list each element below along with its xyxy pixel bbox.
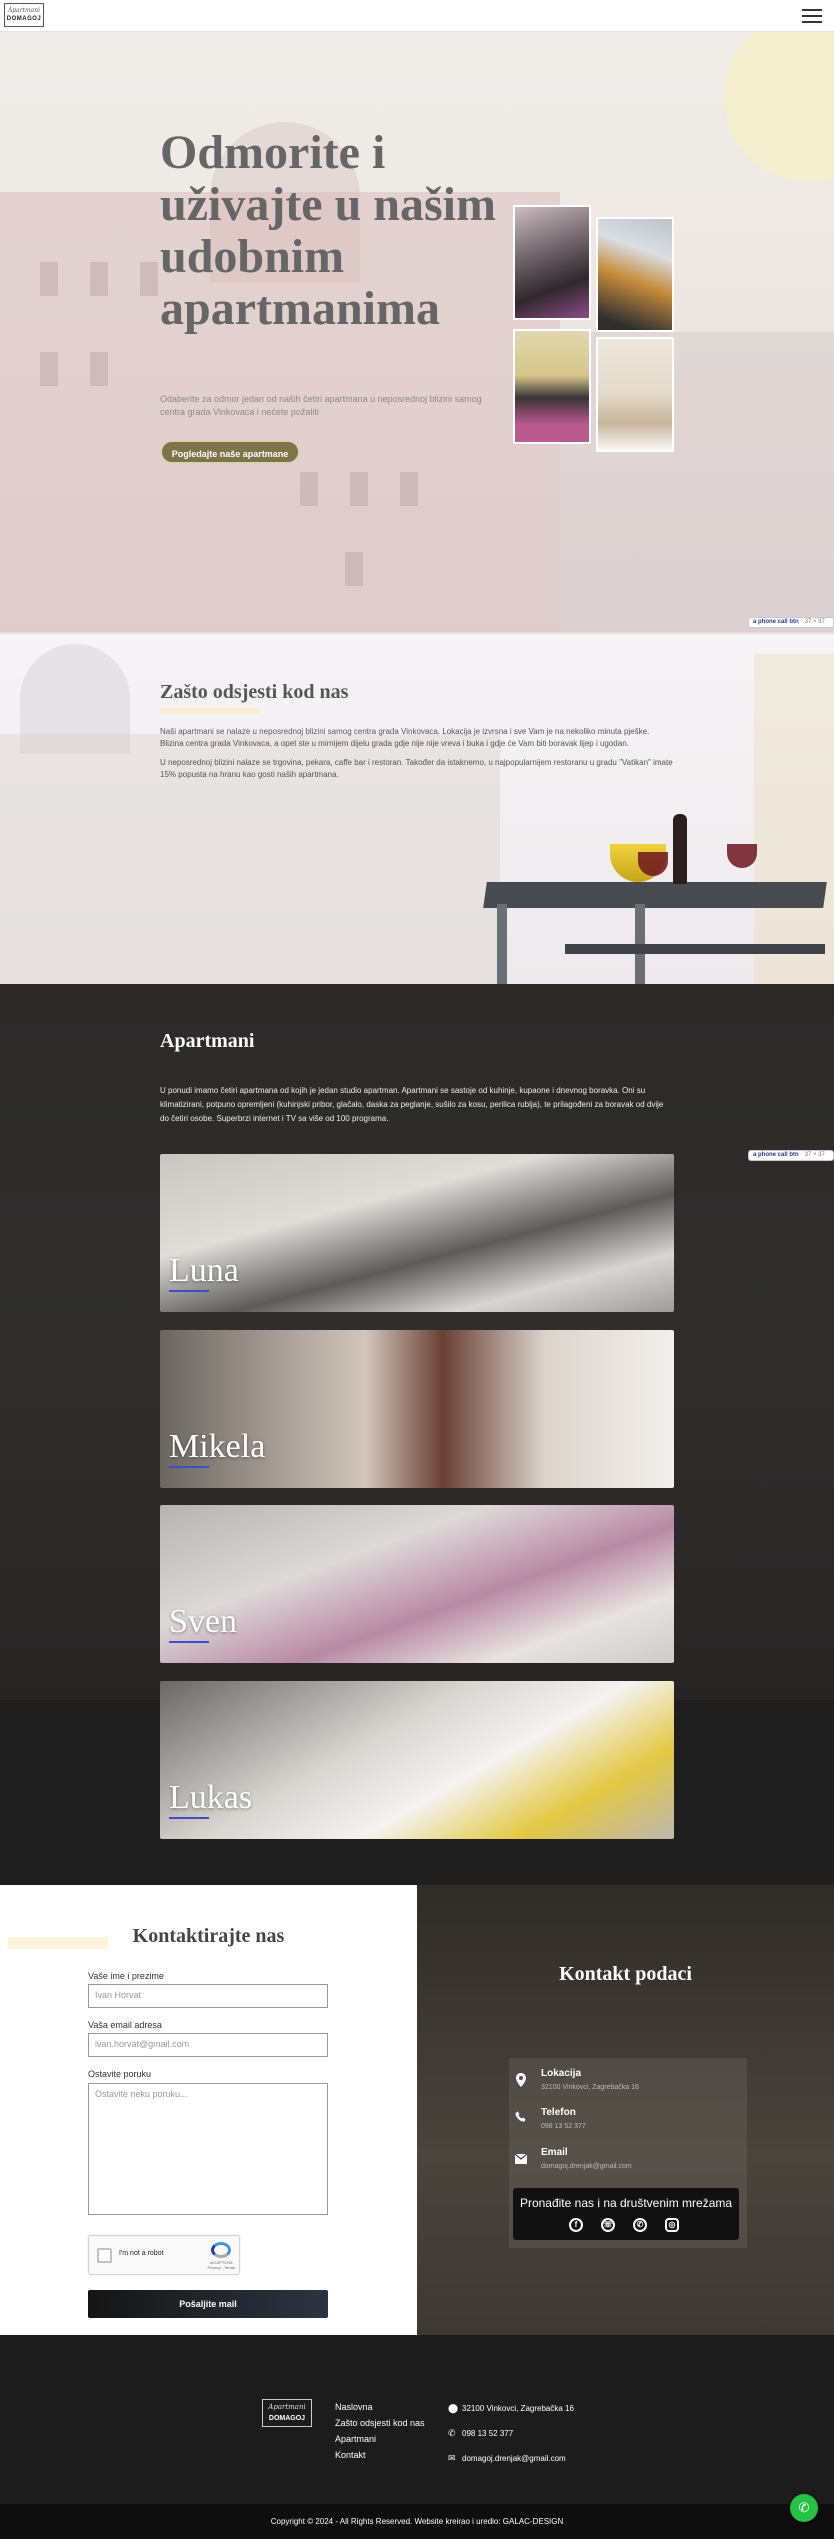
location-pin-icon: ⬤ (448, 2403, 459, 2413)
name-label: Vaše ime i prezime (88, 1971, 164, 1981)
wine-bottle-image (673, 814, 687, 884)
footer-phone[interactable]: ✆ 098 13 52 377 (448, 2428, 513, 2439)
contact-info-panel: Kontakt podaci Lokacija 32100 Vinkovci, … (417, 1885, 834, 2335)
footer-nav-contact[interactable]: Kontakt (335, 2447, 425, 2463)
apartment-name: Sven (169, 1603, 237, 1640)
logo-line2: DOMAGOJ (6, 16, 42, 22)
contact-info-title: Kontakt podaci (559, 1963, 692, 1985)
why-us-paragraph: Naši apartmani se nalaze u neposrednoj b… (160, 727, 650, 748)
footer-logo[interactable]: Apartmani DOMAGOJ (262, 2399, 312, 2427)
table-image (483, 882, 834, 984)
email-input[interactable]: ivan.horvat@gmail.com (88, 2033, 328, 2057)
email-icon (513, 2152, 529, 2168)
phone-call-badge[interactable]: a phone call btn 37 × 37 (748, 617, 834, 628)
hero-photo-decor (596, 337, 674, 452)
email-icon: ✉ (448, 2453, 456, 2463)
apartments-title: Apartmani (160, 1030, 255, 1052)
footer-nav-apartments[interactable]: Apartmani (335, 2431, 425, 2447)
hero-photo-living-room (513, 205, 591, 320)
instagram-icon[interactable]: ◎ (665, 2218, 679, 2232)
contact-section: Kontaktirajte nas Vaše ime i prezime Iva… (0, 1885, 834, 2335)
apartments-section: Apartmani U ponudi imamo četiri apartman… (0, 984, 834, 1885)
location-pin-icon (513, 2073, 529, 2089)
apartment-card-mikela[interactable]: Mikela (160, 1330, 674, 1488)
phone-title: Telefon (541, 2107, 576, 2118)
copyright-bar: Copyright © 2024 - All Rights Reserved. … (0, 2504, 834, 2539)
name-input[interactable]: Ivan Horvat (88, 1984, 328, 2008)
phone-value[interactable]: 098 13 52 377 (541, 2123, 586, 2130)
footer-address: ⬤ 32100 Vinkovci, Zagrebačka 16 (448, 2403, 574, 2413)
apartment-name: Luna (169, 1252, 239, 1289)
wine-glass-image (727, 844, 757, 868)
email-value[interactable]: domagoj.drenjak@gmail.com (541, 2163, 632, 2170)
hero-sun-decoration (724, 32, 834, 182)
apartment-card-luna[interactable]: Luna (160, 1154, 674, 1312)
why-us-text: Naši apartmani se nalaze u neposrednoj b… (160, 726, 675, 788)
social-box: Pronađite nas i na društvenim mrežama f … (513, 2188, 739, 2240)
contact-form-title: Kontaktirajte nas (132, 1925, 285, 1947)
whatsapp-float-button[interactable]: ✆ (790, 2494, 818, 2522)
view-apartments-button[interactable]: Pogledajte naše apartmane (160, 440, 300, 464)
footer-nav-home[interactable]: Naslovna (335, 2399, 425, 2415)
send-mail-button[interactable]: Pošaljite mail (88, 2290, 328, 2318)
footer-nav: Naslovna Zašto odsjesti kod nas Apartman… (335, 2399, 425, 2463)
message-textarea[interactable]: Ostavite neku poruku... (88, 2083, 328, 2215)
hero-section: Odmorite i uživajte u našim udobnim apar… (0, 32, 834, 634)
site-logo[interactable]: Apartmani DOMAGOJ (4, 3, 44, 27)
site-header: Apartmani DOMAGOJ (0, 0, 834, 32)
hero-photo-armchair (596, 217, 674, 332)
whatsapp-icon[interactable]: ☏ (601, 2218, 615, 2232)
contact-form-panel: Kontaktirajte nas Vaše ime i prezime Iva… (0, 1885, 417, 2335)
footer-nav-why-us[interactable]: Zašto odsjesti kod nas (335, 2415, 425, 2431)
hero-subtitle: Odaberite za odmor jedan od naših četiri… (160, 394, 482, 417)
location-title: Lokacija (541, 2068, 582, 2079)
why-us-title: Zašto odsjesti kod nas (160, 681, 349, 703)
hero-photo-sofa (513, 329, 591, 444)
logo-line1: Apartmani (7, 7, 41, 14)
hamburger-icon[interactable] (802, 9, 822, 23)
apartment-card-lukas[interactable]: Lukas (160, 1681, 674, 1839)
recaptcha-text: reCAPTCHA Privacy - Terms (207, 2260, 235, 2270)
social-icons: f ☏ ✆ ◎ (569, 2218, 689, 2234)
location-value: 32100 Vinkovci, Zagrebačka 16 (541, 2084, 639, 2091)
title-accent (160, 708, 260, 714)
phone-icon: ✆ (448, 2428, 456, 2438)
email-label: Vaša email adresa (88, 2020, 162, 2030)
recaptcha-icon (211, 2242, 231, 2258)
hero-title: Odmorite i uživajte u našim udobnim apar… (160, 126, 496, 335)
recaptcha-label: I'm not a robot (119, 2250, 164, 2257)
why-us-section: Zašto odsjesti kod nas Naši apartmani se… (0, 634, 834, 984)
apartment-name: Mikela (169, 1428, 266, 1465)
apartment-name: Lukas (169, 1779, 253, 1816)
email-title: Email (541, 2147, 568, 2158)
apartment-card-sven[interactable]: Sven (160, 1505, 674, 1663)
recaptcha-checkbox[interactable] (97, 2248, 112, 2263)
facebook-icon[interactable]: f (569, 2218, 583, 2232)
phone-call-badge[interactable]: a phone call btn 37 × 37 (748, 1150, 834, 1161)
site-footer: Apartmani DOMAGOJ Naslovna Zašto odsjest… (0, 2335, 834, 2504)
footer-email[interactable]: ✉ domagoj.drenjak@gmail.com (448, 2453, 566, 2464)
apartments-description: U ponudi imamo četiri apartmana od kojih… (160, 1086, 664, 1123)
phone-icon (513, 2111, 529, 2127)
message-label: Ostavite poruku (88, 2069, 152, 2079)
social-title: Pronađite nas i na društvenim mrežama (519, 2196, 733, 2210)
wine-glass-image (638, 852, 668, 876)
recaptcha-widget: I'm not a robot reCAPTCHA Privacy - Term… (88, 2235, 240, 2275)
why-us-paragraph: U neposrednoj blizini nalaze se trgovina… (160, 758, 673, 779)
viber-icon[interactable]: ✆ (633, 2218, 647, 2232)
